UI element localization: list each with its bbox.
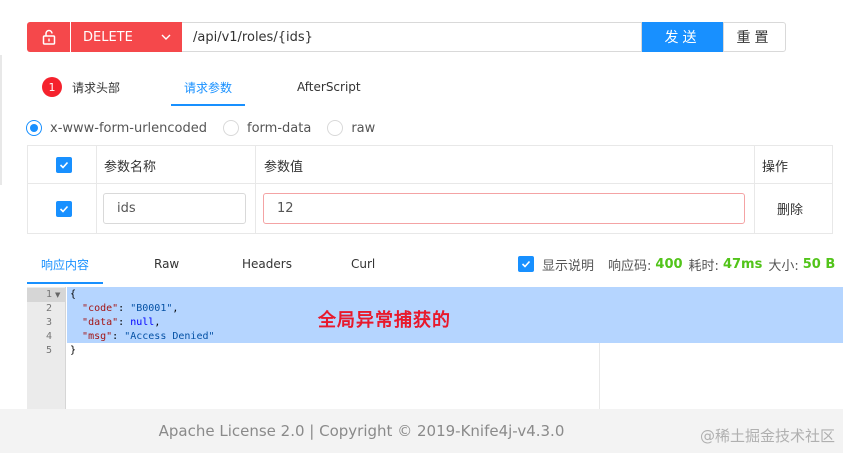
status-code-label: 响应码: (608, 258, 652, 274)
lock-button[interactable] (27, 22, 70, 52)
copyright-icon: © (397, 422, 413, 440)
footer-text: Apache License 2.0 | Copyright © 2019-Kn… (159, 422, 565, 440)
radio-unchecked-icon (327, 120, 344, 136)
fold-arrow-icon[interactable]: ▼ (55, 291, 60, 299)
tab-response-headers[interactable]: Headers (242, 244, 292, 284)
elapsed-time-value: 47ms (722, 256, 763, 272)
chevron-down-icon (161, 34, 171, 40)
delete-row-link[interactable]: 删除 (777, 199, 803, 218)
header-action: 操作 (762, 160, 789, 175)
left-edge-divider (0, 55, 2, 185)
show-description-label[interactable]: 显示说明 (542, 255, 594, 274)
size-label: 大小: (768, 258, 799, 274)
json-key: "code" (82, 303, 119, 314)
license-text: Apache License 2.0 | Copyright (158, 422, 393, 440)
line-number: 4 (45, 331, 52, 342)
line-number: 5 (45, 345, 52, 356)
tab-label: Headers (242, 257, 292, 271)
header-param-value: 参数值 (264, 160, 304, 175)
tab-label: Curl (351, 257, 376, 271)
tab-response-raw[interactable]: Raw (154, 244, 179, 284)
unlock-icon (42, 29, 55, 45)
response-meta: 显示说明 响应码: 400 耗时: 47ms 大小: 50 B (518, 254, 841, 274)
radio-label: raw (351, 120, 376, 136)
column-divider (96, 146, 97, 233)
send-button[interactable]: 发送 (642, 22, 723, 52)
request-tabs: 1 请求头部 请求参数 AfterScript (27, 68, 843, 106)
json-key: "data" (82, 317, 119, 328)
tab-request-params[interactable]: 请求参数 (171, 68, 246, 106)
radio-form-data[interactable]: form-data (223, 120, 311, 136)
tab-label: 响应内容 (41, 257, 90, 272)
annotation-text: 全局异常捕获的 (318, 310, 451, 331)
row-checkbox[interactable] (56, 201, 72, 217)
watermark: @稀土掘金技术社区 (699, 427, 835, 445)
tab-label: 请求参数 (184, 80, 233, 95)
radio-raw[interactable]: raw (327, 120, 375, 136)
reset-button[interactable]: 重置 (723, 22, 786, 52)
radio-label: form-data (247, 120, 312, 136)
radio-urlencoded[interactable]: x-www-form-urlencoded (26, 120, 207, 136)
version-text: Knife4j-v4.3.0 (460, 422, 565, 440)
body-type-radio-group: x-www-form-urlencoded form-data raw (26, 118, 391, 138)
tab-response-content[interactable]: 响应内容 (26, 244, 104, 284)
knife4j-debug-panel: DELETE /api/v1/roles/{ids} 发送 重置 1 请求头部 … (0, 0, 843, 453)
tab-label: AfterScript (297, 80, 361, 94)
tab-request-headers[interactable]: 1 请求头部 (42, 68, 120, 106)
line-number: 2 (45, 303, 52, 314)
url-input[interactable]: /api/v1/roles/{ids} (182, 22, 642, 52)
status-code-value: 400 (655, 256, 683, 272)
column-divider (754, 146, 755, 233)
size-value: 50 B (802, 256, 836, 272)
line-number: 3 (45, 317, 52, 328)
radio-checked-icon (26, 120, 42, 136)
json-value: "Access Denied" (124, 331, 215, 342)
params-table: 参数名称 参数值 操作 ids 12 删除 (27, 145, 833, 234)
column-divider (255, 146, 256, 233)
json-value: null (130, 317, 155, 328)
code-line-1: { (70, 288, 570, 302)
print-margin (599, 343, 600, 409)
headers-count-badge: 1 (42, 77, 62, 97)
json-value: "B0001" (130, 303, 173, 314)
tab-response-curl[interactable]: Curl (351, 244, 375, 284)
select-all-checkbox[interactable] (56, 157, 72, 173)
code-line-5: } (70, 344, 570, 358)
code-brace: { (70, 289, 77, 300)
header-param-name: 参数名称 (104, 160, 157, 175)
radio-label: x-www-form-urlencoded (50, 120, 208, 136)
checkbox-checked-icon (56, 157, 72, 173)
show-description-checkbox[interactable] (518, 256, 534, 272)
copyright-year: 2019- (416, 422, 461, 440)
elapsed-time-label: 耗时: (688, 258, 719, 274)
radio-unchecked-icon (223, 120, 240, 136)
tab-label: 请求头部 (72, 80, 121, 95)
method-select[interactable]: DELETE (71, 22, 182, 52)
json-key: "msg" (82, 331, 113, 342)
editor-gutter: 1 ▼ 2 3 4 5 (27, 287, 66, 409)
code-line-4: "msg": "Access Denied" (82, 331, 215, 342)
method-value: DELETE (83, 29, 133, 45)
param-name-input[interactable]: ids (103, 193, 246, 224)
tab-afterscript[interactable]: AfterScript (297, 68, 361, 106)
checkbox-checked-icon (56, 201, 72, 217)
tab-label: Raw (154, 257, 180, 271)
code-brace: } (70, 345, 77, 356)
param-value-input[interactable]: 12 (263, 193, 745, 224)
